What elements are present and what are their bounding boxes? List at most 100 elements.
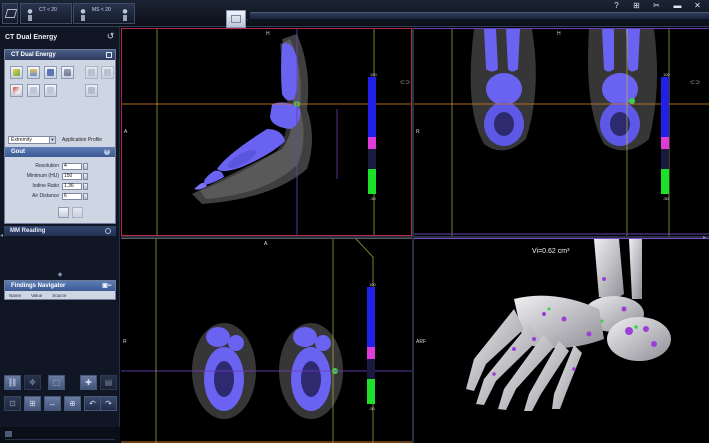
collapse-icon[interactable]: ^ (104, 149, 110, 155)
close-icon[interactable]: ✕ (692, 1, 703, 11)
document-icon (88, 87, 95, 94)
layout-selector-button[interactable]: ▾ (226, 10, 248, 28)
status-indicator (5, 431, 12, 437)
air-distance-spinner[interactable] (83, 193, 88, 200)
iodine-ratio-input[interactable]: 1.36 (62, 183, 82, 190)
roi-tool-button[interactable]: ⬚ (48, 375, 65, 390)
top-toolbar: CT < 20 MS < 20 ▾ ? ⊞ ✂ ▬ ✕ (0, 0, 709, 28)
cube-icon (13, 69, 20, 76)
left-collapse-handle[interactable]: ◂ (0, 232, 3, 239)
resolution-input[interactable]: 4 (62, 163, 82, 170)
series-thumbnail-ct[interactable]: CT < 20 (20, 3, 72, 24)
network-icon[interactable]: ⊞ (631, 1, 642, 11)
left-panel: CT Dual Energy ↺ CT Dual Energy Extremit… (0, 27, 120, 443)
crosshair-tool-button[interactable]: ✚ (80, 375, 97, 390)
param-label: Minimum (HU) (26, 173, 59, 179)
layers-icon (4, 9, 18, 18)
grid-select-button[interactable]: ⊞ (24, 396, 41, 411)
viewport-3d-volume[interactable]: Vi=0.62 cm³ ARF (414, 238, 709, 443)
column-header[interactable]: Name (9, 293, 21, 298)
pan-tool-button[interactable]: ✥ (24, 375, 41, 390)
sagittal-image (122, 29, 411, 235)
link-icon[interactable]: ⊂⊃ (690, 79, 700, 86)
rotate-tool-button[interactable]: ⊕ (64, 396, 81, 411)
param-label: Air Distance (32, 193, 59, 199)
body-figure-icon (27, 9, 33, 21)
cube-tool-button[interactable] (10, 66, 23, 79)
iodine-ratio-spinner[interactable] (83, 183, 88, 190)
red-marker-button[interactable] (10, 84, 23, 97)
expand-icon[interactable] (105, 228, 111, 234)
pin-icon[interactable]: ↺ (105, 31, 116, 42)
viewport-axial[interactable]: A R 100 -50 (121, 238, 412, 443)
air-distance-input[interactable]: 6 (62, 193, 82, 200)
column-header[interactable]: Value (31, 293, 42, 298)
grid-tool-icon (64, 69, 71, 76)
orientation-left: R (416, 129, 420, 135)
link-icon: ⛓ (7, 378, 18, 387)
mm-reading-title: MM Reading (10, 228, 46, 234)
apply-button[interactable] (58, 207, 69, 218)
viewer-toolbar: ⛓ ✥ ⬚ ✚ ▤ ⊡ ⊞ ↔ ⊕ ↶ ↷ (0, 367, 120, 417)
grid-select-icon: ⊞ (29, 399, 36, 408)
help-icon[interactable]: ? (611, 1, 622, 11)
orientation-left: ARF (416, 339, 426, 345)
grid-tool-button[interactable] (61, 66, 74, 79)
param-air-distance: Air Distance 6 (5, 193, 115, 201)
lung-tool-button[interactable] (27, 84, 40, 97)
tool-card-header: CT Dual Energy (5, 50, 115, 60)
monitor-icon (47, 69, 54, 76)
series-thumbnail-ms[interactable]: MS < 20 (73, 3, 135, 24)
findings-toolbar-icons[interactable]: ▣▪▫ (102, 282, 112, 289)
series-thumbnail-tool[interactable] (2, 3, 18, 24)
document-tool-button[interactable] (85, 84, 98, 97)
undo-button[interactable]: ↶ (84, 396, 101, 411)
scale-bottom-label: -50 (663, 196, 669, 201)
body-figure-icon (80, 9, 86, 21)
bone-removal-button[interactable] (27, 66, 40, 79)
minimum-hu-spinner[interactable] (83, 173, 88, 180)
link-icon[interactable]: ⊂⊃ (400, 79, 410, 86)
minimum-hu-input[interactable]: 150 (62, 173, 82, 180)
disabled-tool-button[interactable] (101, 66, 114, 79)
application-profile-select[interactable]: Extremity ▼ (8, 136, 56, 144)
volume-render-image (466, 239, 671, 411)
findings-columns: Name Value Source (5, 291, 115, 300)
scroll-tool-button[interactable]: ↔ (44, 396, 61, 411)
viewport-sagittal[interactable]: H A 100 -50 ⊂⊃ (121, 28, 412, 236)
coronal-image (414, 29, 709, 236)
resolution-spinner[interactable] (83, 163, 88, 170)
placeholder-icon (88, 69, 95, 76)
profile-value: Extremity (11, 137, 32, 143)
splitter-handle[interactable]: ◆ (56, 271, 64, 278)
param-minimum-hu: Minimum (HU) 150 (5, 173, 115, 181)
column-header[interactable]: Source (52, 293, 66, 298)
findings-navigator: Findings Navigator ▣▪▫ Name Value Source (4, 280, 116, 300)
tools-icon[interactable]: ✂ (651, 1, 662, 11)
viewport-coronal[interactable]: H R 100 -50 ⊂⊃ (414, 28, 709, 236)
window-tool-button[interactable]: ▤ (100, 375, 117, 390)
grid-icon[interactable] (106, 52, 112, 58)
reset-button[interactable] (72, 207, 83, 218)
vessel-tool-button[interactable] (44, 84, 57, 97)
chevron-down-icon: ▾ (245, 17, 248, 22)
disabled-tool-button[interactable] (85, 66, 98, 79)
right-collapse-handle[interactable]: ▸ (703, 234, 706, 241)
crosshair-icon: ✚ (85, 378, 92, 387)
param-label: Iodine Ratio (32, 183, 59, 189)
findings-title: Findings Navigator (11, 283, 66, 289)
undo-icon: ↶ (89, 399, 96, 408)
dual-energy-tool-card: CT Dual Energy Extremity ▼ Application P… (4, 49, 116, 224)
tool-card-title: CT Dual Energy (11, 52, 56, 58)
gout-section-title: Gout (11, 149, 25, 155)
findings-header: Findings Navigator ▣▪▫ (5, 281, 115, 291)
redo-button[interactable]: ↷ (100, 396, 117, 411)
application-profile-label: Application Profile (62, 137, 103, 143)
mm-reading-bar[interactable]: MM Reading (4, 226, 116, 236)
topbar-track (250, 12, 709, 19)
gout-section-header[interactable]: Gout ^ (5, 147, 115, 157)
minimize-icon[interactable]: ▬ (672, 1, 683, 11)
zoom-tool-button[interactable]: ⊡ (4, 396, 21, 411)
monitor-tool-button[interactable] (44, 66, 57, 79)
link-tool-button[interactable]: ⛓ (4, 375, 21, 390)
